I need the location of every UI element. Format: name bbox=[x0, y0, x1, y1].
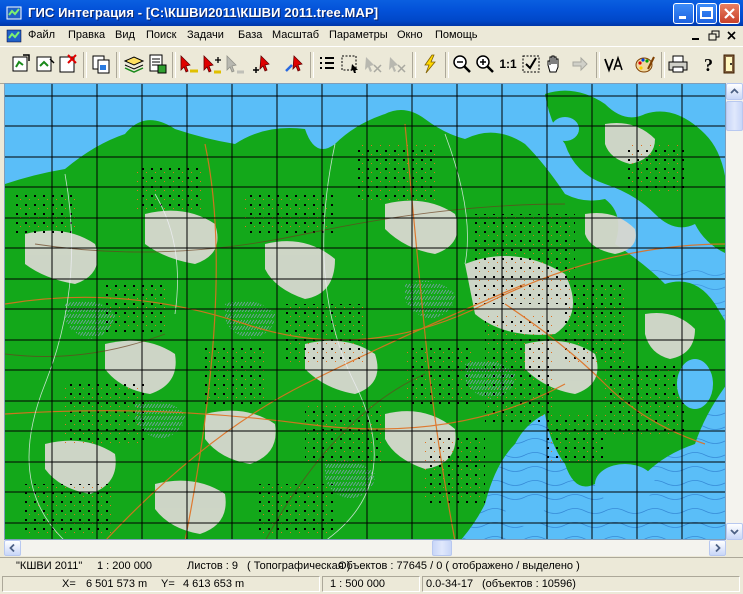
status-sheets: Листов : 9 bbox=[187, 560, 239, 572]
sheet-nomenclature: 0.0-34-17 bbox=[426, 578, 474, 590]
map-canvas[interactable] bbox=[5, 84, 726, 540]
text-icon[interactable] bbox=[603, 53, 625, 75]
lightning-icon[interactable] bbox=[419, 53, 441, 75]
status-objects: Объектов : 77645 / 0 ( отображено / выде… bbox=[338, 560, 580, 572]
sheet-objects: (объектов : 10596) bbox=[482, 578, 576, 590]
list-icon[interactable] bbox=[316, 53, 338, 75]
create-object-icon[interactable] bbox=[253, 53, 275, 75]
toolbar-separator bbox=[445, 52, 449, 78]
status-bar-coordinates: X= 6 501 573 m Y= 4 613 653 m 1 : 500 00… bbox=[0, 575, 743, 594]
menu-database[interactable]: База bbox=[238, 29, 262, 41]
zoom-in-icon[interactable] bbox=[474, 53, 496, 75]
toolbar-separator bbox=[116, 52, 120, 78]
hand-pan-icon[interactable] bbox=[543, 53, 565, 75]
toolbar: 1:1 ? bbox=[0, 46, 743, 84]
menu-tasks[interactable]: Задачи bbox=[187, 29, 224, 41]
menu-window[interactable]: Окно bbox=[397, 29, 423, 41]
menu-edit[interactable]: Правка bbox=[68, 29, 105, 41]
chevron-left-icon bbox=[9, 543, 15, 553]
close-button[interactable] bbox=[719, 3, 740, 24]
help-icon[interactable]: ? bbox=[698, 53, 720, 75]
toolbar-separator bbox=[661, 52, 665, 78]
edit-object-icon[interactable] bbox=[284, 53, 306, 75]
save-map-icon[interactable] bbox=[34, 53, 56, 75]
toolbar-separator bbox=[596, 52, 600, 78]
vertical-scroll-thumb[interactable] bbox=[726, 101, 743, 131]
maximize-button[interactable] bbox=[696, 3, 717, 24]
x-coordinate: 6 501 573 m bbox=[86, 578, 148, 590]
menu-parameters[interactable]: Параметры bbox=[329, 29, 388, 41]
close-icon bbox=[724, 8, 735, 19]
menu-search[interactable]: Поиск bbox=[146, 29, 176, 41]
menu-bar: Файл Правка Вид Поиск Задачи База Масшта… bbox=[0, 26, 743, 46]
select-add-icon[interactable] bbox=[201, 53, 223, 75]
chevron-up-icon bbox=[730, 88, 739, 94]
minimize-icon bbox=[679, 16, 686, 19]
exit-icon[interactable] bbox=[720, 53, 742, 75]
document-icon[interactable] bbox=[146, 53, 168, 75]
document-window-icon[interactable] bbox=[6, 28, 22, 44]
view-scale: 1 : 500 000 bbox=[330, 578, 386, 590]
doc-close-icon[interactable] bbox=[724, 29, 740, 43]
app-icon bbox=[6, 6, 22, 20]
open-map-icon[interactable] bbox=[11, 53, 33, 75]
vertical-scrollbar[interactable] bbox=[726, 83, 743, 540]
scroll-left-button[interactable] bbox=[4, 540, 21, 556]
menu-help[interactable]: Помощь bbox=[435, 29, 478, 41]
checkmark-icon[interactable] bbox=[520, 53, 542, 75]
menu-scale[interactable]: Масштаб bbox=[272, 29, 319, 41]
toolbar-separator bbox=[310, 52, 314, 78]
toolbar-separator bbox=[172, 52, 176, 78]
palette-icon[interactable] bbox=[634, 53, 656, 75]
title-bar: ГИС Интеграция - [C:\КШВИ2011\КШВИ 2011.… bbox=[0, 0, 743, 26]
horizontal-scrollbar[interactable] bbox=[4, 540, 726, 556]
print-icon[interactable] bbox=[667, 53, 689, 75]
select-object-icon[interactable] bbox=[178, 53, 200, 75]
status-map-name: "КШВИ 2011" bbox=[16, 560, 83, 572]
menu-file[interactable]: Файл bbox=[28, 29, 55, 41]
scroll-right-button[interactable] bbox=[709, 540, 726, 556]
svg-text:?: ? bbox=[704, 55, 713, 75]
chevron-down-icon bbox=[730, 529, 739, 535]
doc-restore-icon[interactable] bbox=[706, 29, 722, 43]
delete-disabled-icon[interactable] bbox=[386, 53, 408, 75]
map-view[interactable] bbox=[4, 83, 726, 540]
menu-view[interactable]: Вид bbox=[115, 29, 135, 41]
scroll-down-button[interactable] bbox=[726, 523, 743, 540]
window-title: ГИС Интеграция - [C:\КШВИ2011\КШВИ 2011.… bbox=[28, 5, 379, 20]
y-label: Y= bbox=[161, 578, 175, 590]
status-map-type: ( Топографическая ) bbox=[247, 560, 351, 572]
scroll-up-button[interactable] bbox=[726, 83, 743, 100]
minimize-button[interactable] bbox=[673, 3, 694, 24]
select-disabled-icon[interactable] bbox=[224, 53, 246, 75]
status-bar-map-info: "КШВИ 2011" 1 : 200 000 Листов : 9 ( Топ… bbox=[0, 557, 743, 575]
horizontal-scroll-thumb[interactable] bbox=[432, 540, 452, 556]
close-map-icon[interactable] bbox=[57, 53, 79, 75]
zoom-out-icon[interactable] bbox=[451, 53, 473, 75]
x-label: X= bbox=[62, 578, 76, 590]
copy-icon[interactable] bbox=[90, 53, 112, 75]
chevron-right-icon bbox=[715, 543, 721, 553]
doc-minimize-icon[interactable] bbox=[688, 29, 704, 43]
arrow-disabled-icon[interactable] bbox=[569, 53, 591, 75]
toolbar-separator bbox=[412, 52, 416, 78]
select-region-icon[interactable] bbox=[339, 53, 361, 75]
maximize-icon bbox=[700, 7, 713, 19]
y-coordinate: 4 613 653 m bbox=[183, 578, 245, 590]
layers-icon[interactable] bbox=[123, 53, 145, 75]
scroll-corner bbox=[726, 540, 743, 556]
scale-1-1-button[interactable]: 1:1 bbox=[497, 53, 519, 75]
measure-disabled-icon[interactable] bbox=[362, 53, 384, 75]
toolbar-separator bbox=[83, 52, 87, 78]
status-scale: 1 : 200 000 bbox=[97, 560, 153, 572]
